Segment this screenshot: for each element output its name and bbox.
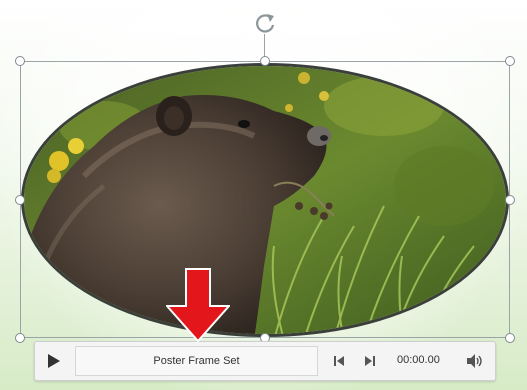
red-down-arrow-icon [164,268,232,343]
step-back-icon[interactable] [331,352,347,370]
step-forward-icon[interactable] [362,352,378,370]
media-controls-bar: Poster Frame Set 00:00.00 [34,341,496,381]
volume-icon[interactable] [465,352,485,370]
resize-handle-bottom-left[interactable] [15,333,25,343]
rotate-handle-icon[interactable] [252,10,278,36]
resize-handle-top-left[interactable] [15,56,25,66]
play-icon[interactable] [41,349,67,373]
timeline-label: Poster Frame Set [153,355,240,367]
resize-handle-top[interactable] [260,56,270,66]
timeline-bar[interactable]: Poster Frame Set [75,346,318,376]
resize-handle-right[interactable] [505,195,515,205]
resize-handle-top-right[interactable] [505,56,515,66]
resize-handle-left[interactable] [15,195,25,205]
selection-frame [20,61,510,338]
time-display: 00:00.00 [397,354,440,366]
resize-handle-bottom-right[interactable] [505,333,515,343]
